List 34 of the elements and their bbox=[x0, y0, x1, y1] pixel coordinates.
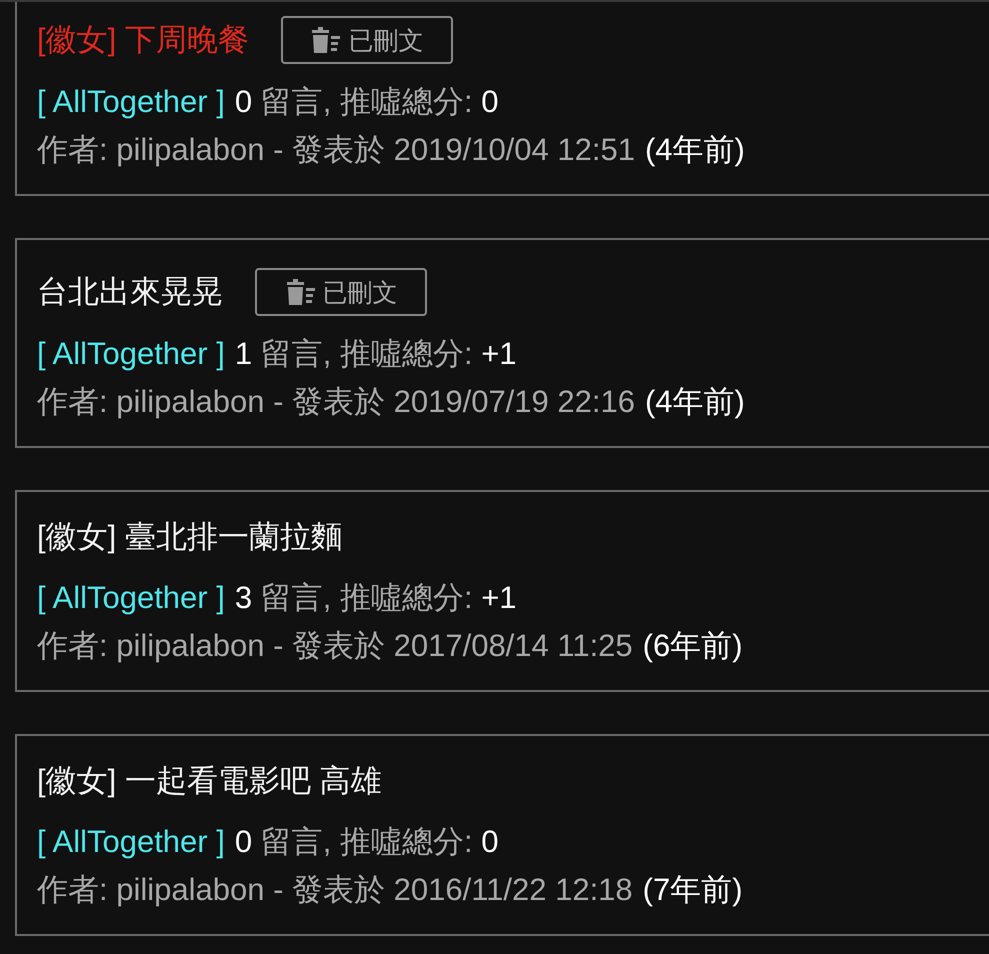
post-age: (7年前) bbox=[642, 871, 743, 909]
deleted-label: 已刪文 bbox=[322, 278, 398, 308]
post-age: (4年前) bbox=[644, 383, 745, 421]
comment-label: 留言, 推噓總分: bbox=[260, 84, 473, 119]
post-card[interactable]: 台北出來晃晃 已刪文 [ AllTogether ] 1 留言, 推噓總分: +1 作者: pilipalabon - 發表於 2019/07/19 22:16 (4年前) bbox=[15, 238, 989, 448]
board-name[interactable]: [ AllTogether ] bbox=[37, 84, 225, 120]
byline: 作者: pilipalabon - 發表於 2019/10/04 12:51 bbox=[37, 131, 635, 169]
post-title[interactable]: [徽女] 臺北排一蘭拉麵 bbox=[37, 516, 342, 558]
comment-count: 0 bbox=[234, 824, 252, 859]
post-title[interactable]: [徽女] 一起看電影吧 高雄 bbox=[37, 760, 382, 802]
post-age: (6年前) bbox=[642, 627, 743, 665]
comment-count: 3 bbox=[234, 580, 252, 615]
score: +1 bbox=[481, 336, 517, 371]
board-name[interactable]: [ AllTogether ] bbox=[37, 336, 225, 372]
board-name[interactable]: [ AllTogether ] bbox=[37, 580, 225, 616]
comment-count: 1 bbox=[234, 336, 252, 371]
score: 0 bbox=[481, 824, 498, 859]
post-card[interactable]: [徽女] 臺北排一蘭拉麵 [ AllTogether ] 3 留言, 推噓總分: +1 作者: pilipalabon - 發表於 2017/08/14 11:25 (6年前) bbox=[15, 490, 989, 692]
byline: 作者: pilipalabon - 發表於 2016/11/22 12:18 bbox=[37, 871, 633, 909]
deleted-label: 已刪文 bbox=[348, 26, 424, 56]
comment-label: 留言, 推噓總分: bbox=[260, 580, 473, 615]
post-title[interactable]: 台北出來晃晃 bbox=[37, 271, 223, 313]
comment-label: 留言, 推噓總分: bbox=[260, 336, 473, 371]
post-card[interactable]: [徽女] 下周晚餐 已刪文 [ AllTogether ] 0 留言, 推噓總分: 0 作者: pilipalabon - 發表於 2019/10/04 12:51 (4年前) bbox=[15, 2, 989, 196]
post-card[interactable]: [徽女] 一起看電影吧 高雄 [ AllTogether ] 0 留言, 推噓總分: 0 作者: pilipalabon - 發表於 2016/11/22 12:18 (7年前) bbox=[15, 734, 989, 936]
post-title[interactable]: [徽女] 下周晚餐 bbox=[37, 19, 249, 61]
post-age: (4年前) bbox=[644, 131, 745, 169]
byline: 作者: pilipalabon - 發表於 2019/07/19 22:16 bbox=[37, 383, 635, 421]
score: +1 bbox=[481, 580, 517, 615]
byline: 作者: pilipalabon - 發表於 2017/08/14 11:25 bbox=[37, 627, 633, 665]
comment-label: 留言, 推噓總分: bbox=[260, 824, 473, 859]
score: 0 bbox=[481, 84, 498, 119]
comment-count: 0 bbox=[234, 84, 252, 119]
board-name[interactable]: [ AllTogether ] bbox=[37, 824, 225, 860]
